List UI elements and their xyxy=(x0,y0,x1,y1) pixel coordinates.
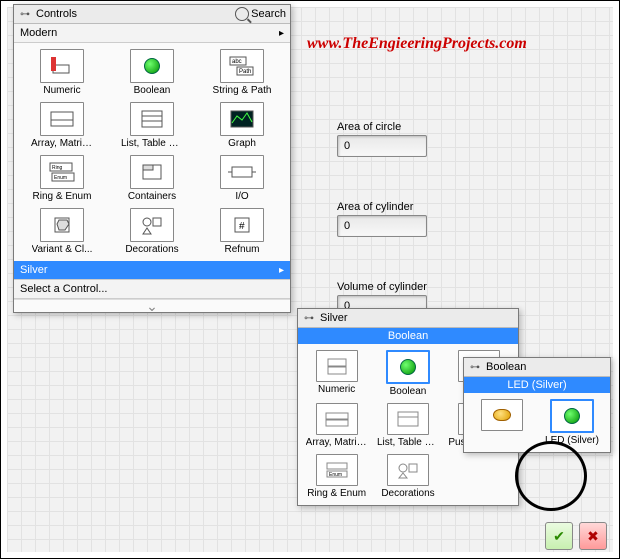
item-label: Array, Matrix... xyxy=(31,138,93,149)
chevron-right-icon: ▸ xyxy=(279,28,284,39)
item-label: Boolean xyxy=(134,85,171,96)
item-label: Ring & Enum xyxy=(307,488,366,499)
chevron-right-icon: ▸ xyxy=(279,265,284,276)
svg-text:abc: abc xyxy=(232,59,242,65)
item-ring-enum[interactable]: Enum Ring & Enum xyxy=(302,452,371,501)
indicator-label: Area of circle xyxy=(337,121,427,133)
controls-icon-grid: Numeric Boolean abc Path String & Path Arr… xyxy=(14,43,290,261)
select-a-control[interactable]: Select a Control... xyxy=(14,280,290,299)
pin-icon[interactable]: ⊶ xyxy=(18,7,32,21)
indicator-area-of-cylinder: Area of cylinder 0 xyxy=(337,201,427,237)
item-label: LED (Silver) xyxy=(545,435,599,446)
item-label: Graph xyxy=(228,138,256,149)
svg-text:Ring: Ring xyxy=(52,165,63,171)
confirm-button[interactable]: ✔ xyxy=(545,522,573,550)
svg-text:Enum: Enum xyxy=(329,472,342,478)
palette-titlebar[interactable]: ⊶ Silver xyxy=(298,309,518,328)
palette-action-buttons: ✔ ✖ xyxy=(545,522,607,550)
item-label: Refnum xyxy=(224,244,259,255)
item-push-button-silver[interactable] xyxy=(468,397,536,448)
item-label: Ring & Enum xyxy=(33,191,92,202)
indicator-value-box[interactable]: 0 xyxy=(337,215,427,237)
palette-title: Controls xyxy=(36,8,77,20)
item-io[interactable]: I/O xyxy=(198,153,286,204)
item-variant-class[interactable]: Variant & Cl... xyxy=(18,206,106,257)
category-label: Modern xyxy=(20,27,57,39)
category-silver[interactable]: Silver ▸ xyxy=(14,261,290,280)
palette-titlebar[interactable]: ⊶ Controls Search xyxy=(14,5,290,24)
item-label: List, Table & ... xyxy=(121,138,183,149)
item-list-table[interactable]: List, Table & ... xyxy=(108,100,196,151)
item-boolean[interactable]: Boolean xyxy=(108,47,196,98)
item-label: Variant & Cl... xyxy=(32,244,93,255)
indicator-label: Area of cylinder xyxy=(337,201,427,213)
controls-palette[interactable]: ⊶ Controls Search Modern ▸ Numeric Boole… xyxy=(13,4,291,313)
indicator-value: 0 xyxy=(344,140,350,152)
item-containers[interactable]: Containers xyxy=(108,153,196,204)
indicator-value: 0 xyxy=(344,220,350,232)
item-decorations[interactable]: Decorations xyxy=(108,206,196,257)
item-label: Decorations xyxy=(125,244,178,255)
item-label: I/O xyxy=(235,191,248,202)
svg-text:Enum: Enum xyxy=(54,175,67,181)
search-icon xyxy=(235,7,249,21)
item-list-table[interactable]: List, Table & ... xyxy=(373,401,442,450)
search-label: Search xyxy=(251,8,286,20)
menu-item-label: Select a Control... xyxy=(20,283,107,295)
item-label: Numeric xyxy=(43,85,80,96)
item-ring-enum[interactable]: Ring Enum Ring & Enum xyxy=(18,153,106,204)
item-label: Boolean xyxy=(390,386,427,397)
item-string-path[interactable]: abc Path String & Path xyxy=(198,47,286,98)
item-numeric[interactable]: Numeric xyxy=(18,47,106,98)
pin-icon[interactable]: ⊶ xyxy=(468,360,482,374)
svg-text:Path: Path xyxy=(239,69,251,75)
palette-titlebar[interactable]: ⊶ Boolean xyxy=(464,358,610,377)
boolean-icon-grid: LED (Silver) xyxy=(464,393,610,452)
item-array-matrix[interactable]: Array, Matrix... xyxy=(18,100,106,151)
category-bar-boolean: Boolean xyxy=(298,328,518,344)
palette-search[interactable]: Search xyxy=(235,7,286,21)
pin-icon[interactable]: ⊶ xyxy=(302,311,316,325)
palette-title: Silver xyxy=(320,312,348,324)
indicator-area-of-circle: Area of circle 0 xyxy=(337,121,427,157)
category-modern[interactable]: Modern ▸ xyxy=(14,24,290,43)
watermark-text: www.TheEngieeringProjects.com xyxy=(307,35,527,53)
cancel-button[interactable]: ✖ xyxy=(579,522,607,550)
item-label: String & Path xyxy=(213,85,272,96)
svg-text:#: # xyxy=(239,221,245,232)
indicator-label: Volume of cylinder xyxy=(337,281,427,293)
item-array-matrix[interactable]: Array, Matrix... xyxy=(302,401,371,450)
boolean-palette[interactable]: ⊶ Boolean LED (Silver) LED (Silver) xyxy=(463,357,611,453)
item-numeric[interactable]: Numeric xyxy=(302,348,371,399)
item-label: Decorations xyxy=(381,488,434,499)
item-label: Numeric xyxy=(318,384,355,395)
item-led-silver[interactable]: LED (Silver) xyxy=(538,397,606,448)
category-label: Silver xyxy=(20,264,48,276)
item-label: Array, Matrix... xyxy=(306,437,368,448)
item-refnum[interactable]: # Refnum xyxy=(198,206,286,257)
item-boolean[interactable]: Boolean xyxy=(373,348,442,399)
palette-title: Boolean xyxy=(486,361,526,373)
item-label: Containers xyxy=(128,191,176,202)
item-graph[interactable]: Graph xyxy=(198,100,286,151)
expand-chevron-icon[interactable]: ⌄ xyxy=(14,299,290,312)
item-decorations[interactable]: Decorations xyxy=(373,452,442,501)
indicator-value-box[interactable]: 0 xyxy=(337,135,427,157)
category-bar-led-silver: LED (Silver) xyxy=(464,377,610,393)
item-label: List, Table & ... xyxy=(377,437,439,448)
